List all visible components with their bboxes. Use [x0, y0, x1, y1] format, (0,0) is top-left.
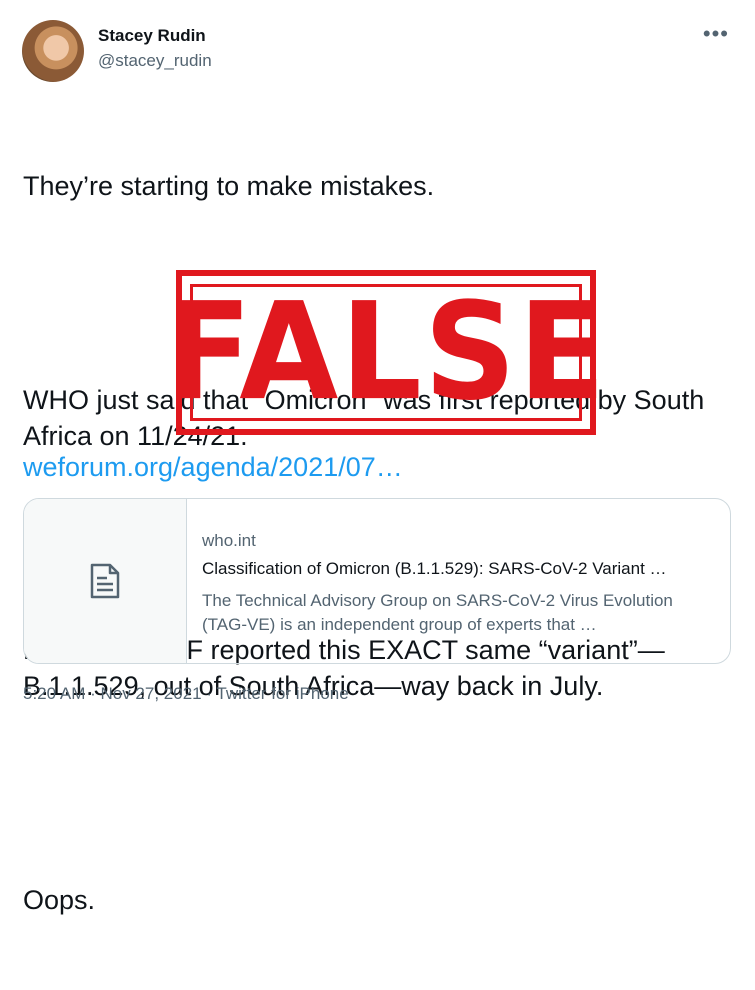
card-domain: who.int: [202, 531, 256, 550]
link-preview-card[interactable]: who.int Classification of Omicron (B.1.1…: [23, 498, 731, 664]
tweet: Stacey Rudin @stacey_rudin ••• They’re s…: [0, 0, 755, 915]
tweet-link[interactable]: weforum.org/agenda/2021/07…: [23, 452, 403, 483]
tweet-meta[interactable]: 5:20 AM · Nov 27, 2021 · Twitter for iPh…: [23, 684, 349, 704]
document-icon: [90, 563, 120, 599]
card-thumbnail: [24, 499, 187, 663]
false-stamp: FALSE: [165, 270, 606, 435]
card-title: Classification of Omicron (B.1.1.529): S…: [202, 559, 667, 578]
stamp-text: FALSE: [164, 273, 608, 431]
card-content: who.int Classification of Omicron (B.1.1…: [202, 531, 714, 637]
author-name[interactable]: Stacey Rudin: [98, 26, 206, 46]
tweet-paragraph: They’re starting to make mistakes.: [23, 171, 435, 201]
card-description: The Technical Advisory Group on SARS-CoV…: [202, 591, 673, 634]
avatar[interactable]: [22, 20, 84, 82]
more-horizontal-icon[interactable]: •••: [703, 23, 729, 45]
tweet-paragraph: Oops.: [23, 885, 96, 915]
author-handle[interactable]: @stacey_rudin: [98, 51, 212, 71]
